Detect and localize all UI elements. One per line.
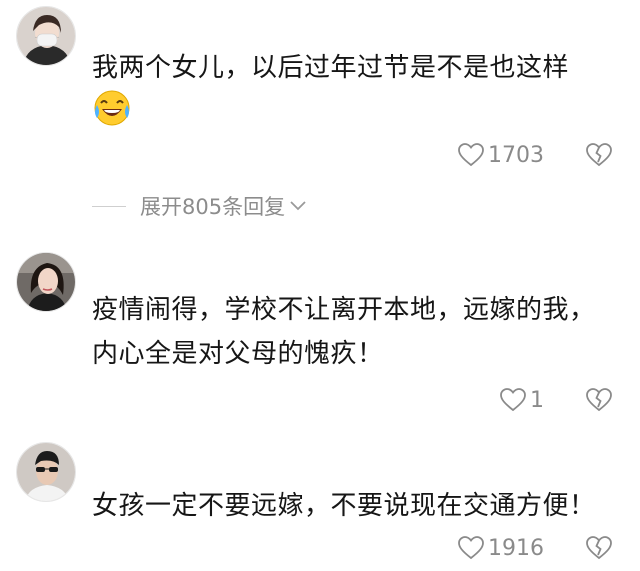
- comment-actions: 1: [500, 385, 612, 415]
- avatar[interactable]: [16, 442, 76, 502]
- like-count: 1703: [488, 142, 544, 168]
- avatar[interactable]: [16, 6, 76, 66]
- like-count: 1916: [488, 535, 544, 561]
- comment-item: 女孩一定不要远嫁，不要说现在交通方便！ 1916: [0, 432, 640, 571]
- comment-text: 我两个女儿，以后过年过节是不是也这样: [92, 53, 570, 83]
- like-button[interactable]: 1916: [458, 536, 544, 561]
- comment-actions: 1703: [458, 140, 612, 170]
- avatar[interactable]: [16, 252, 76, 312]
- expand-replies-button[interactable]: 展开805条回复: [92, 191, 307, 221]
- broken-heart-icon: [586, 143, 612, 167]
- like-button[interactable]: 1: [500, 388, 544, 413]
- broken-heart-icon: [586, 536, 612, 560]
- comment-item: 我两个女儿，以后过年过节是不是也这样 1703: [0, 0, 640, 190]
- divider-line: [92, 205, 126, 207]
- heart-icon: [500, 388, 526, 412]
- chevron-down-icon: [290, 201, 306, 211]
- dislike-button[interactable]: [586, 388, 612, 412]
- dislike-button[interactable]: [586, 143, 612, 167]
- expand-replies-label: 展开805条回复: [140, 195, 286, 219]
- laughing-tears-emoji-icon: [92, 88, 132, 128]
- broken-heart-icon: [586, 388, 612, 412]
- comment-text: 女孩一定不要远嫁，不要说现在交通方便！: [92, 491, 596, 521]
- comment-item: 疫情闹得，学校不让离开本地，远嫁的我，内心全是对父母的愧疚！ 1: [0, 240, 640, 430]
- heart-icon: [458, 143, 484, 167]
- comment-text: 疫情闹得，学校不让离开本地，远嫁的我，内心全是对父母的愧疚！: [92, 295, 596, 369]
- like-count: 1: [530, 387, 544, 413]
- heart-icon: [458, 536, 484, 560]
- comment-actions: 1916: [458, 533, 612, 563]
- like-button[interactable]: 1703: [458, 143, 544, 168]
- dislike-button[interactable]: [586, 536, 612, 560]
